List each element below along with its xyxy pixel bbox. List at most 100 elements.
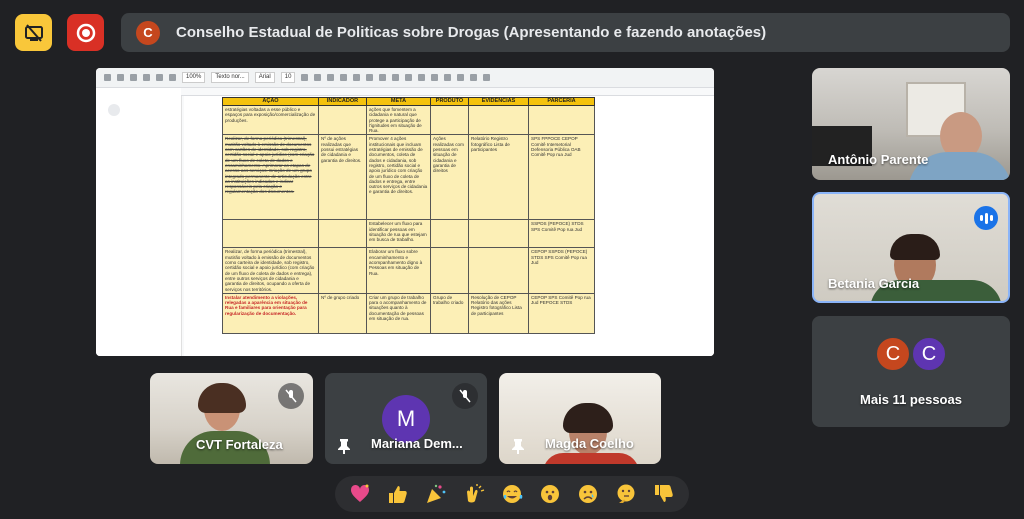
numbered-list-icon[interactable] <box>457 74 465 81</box>
zoom-select[interactable]: 100% <box>182 72 206 83</box>
table-cell <box>318 219 367 249</box>
font-size-input[interactable]: 10 <box>280 72 296 83</box>
style-select[interactable]: Texto nor... <box>211 72 249 83</box>
participant-hair <box>563 403 613 433</box>
action-plan-table: AÇÃO INDICADOR META PRODUTO EVIDÊNCIAS P… <box>222 97 595 334</box>
line-spacing-icon[interactable] <box>418 74 426 81</box>
table-cell <box>430 104 469 136</box>
sparkling-heart-icon[interactable] <box>347 481 373 507</box>
meeting-title-bar[interactable]: C Conselho Estadual de Politicas sobre D… <box>121 13 1010 52</box>
docs-toolbar: 100% Texto nor... Arial 10 <box>96 68 714 88</box>
presenting-indicator-button[interactable] <box>15 14 52 51</box>
comment-icon[interactable] <box>379 74 387 81</box>
table-cell: ações que fomentem a cidadania e natural… <box>366 104 431 136</box>
clear-format-icon[interactable] <box>483 74 491 81</box>
present-off-icon <box>24 23 43 42</box>
thumbs-up-icon[interactable] <box>385 481 411 507</box>
presentation-title: Conselho Estadual de Politicas sobre Dro… <box>176 24 767 41</box>
table-cell: Promover 4 ações institucionais que incl… <box>366 134 431 221</box>
participant-hair <box>198 383 246 413</box>
header-indicador: INDICADOR <box>318 97 367 106</box>
print-icon[interactable] <box>143 74 150 81</box>
participant-shirt <box>543 453 639 464</box>
checklist-icon[interactable] <box>431 74 439 81</box>
recording-indicator-button[interactable] <box>67 14 104 51</box>
table-cell: Nº de ações realizadas que possui estrat… <box>318 134 367 221</box>
spellcheck-icon[interactable] <box>156 74 163 81</box>
table-cell: Instalar atendimento a violações, relega… <box>222 292 319 334</box>
presenter-avatar: C <box>136 20 160 45</box>
document-page[interactable]: AÇÃO INDICADOR META PRODUTO EVIDÊNCIAS P… <box>184 96 714 356</box>
participant-tile-cvt-fortaleza[interactable]: CVT Fortaleza <box>150 373 313 464</box>
table-cell: estratégias voltadas a esse público e es… <box>222 104 319 136</box>
ruler <box>181 88 714 96</box>
table-cell <box>528 104 595 136</box>
outline-icon[interactable] <box>108 104 120 116</box>
participant-avatar: C <box>875 336 911 372</box>
table-row: Estabelecer um fluxo para identificar pe… <box>222 219 595 249</box>
pin-icon[interactable] <box>511 438 525 454</box>
redo-icon[interactable] <box>130 74 137 81</box>
table-cell <box>468 247 529 294</box>
table-cell: CEPOP SPS Comitê Pop rua Jud PEPOCE STDS <box>528 292 595 334</box>
thumbs-down-icon[interactable] <box>651 481 677 507</box>
header-parceria: PARCERIA <box>528 97 595 106</box>
mic-off-icon <box>452 383 478 409</box>
header-produto: PRODUTO <box>430 97 469 106</box>
participant-hair <box>890 234 940 260</box>
table-cell <box>468 104 529 136</box>
table-cell <box>468 219 529 249</box>
indent-icon[interactable] <box>470 74 478 81</box>
header-acao: AÇÃO <box>222 97 319 106</box>
bullet-list-icon[interactable] <box>444 74 452 81</box>
clapping-hands-icon[interactable] <box>461 481 487 507</box>
record-icon <box>76 23 95 42</box>
header-evidencias: EVIDÊNCIAS <box>468 97 529 106</box>
participant-name: CVT Fortaleza <box>196 437 283 452</box>
document-area: AÇÃO INDICADOR META PRODUTO EVIDÊNCIAS P… <box>96 96 714 356</box>
participant-tile-magda[interactable]: Magda Coelho <box>499 373 661 464</box>
thinking-face-icon[interactable] <box>613 481 639 507</box>
table-cell <box>318 104 367 136</box>
more-participants-label: Mais 11 pessoas <box>860 392 962 407</box>
participant-name: Betania Garcia <box>828 276 920 291</box>
header-meta: META <box>366 97 431 106</box>
participant-tile-mariana[interactable]: M Mariana Dem... <box>325 373 487 464</box>
link-icon[interactable] <box>366 74 374 81</box>
align-icon[interactable] <box>405 74 413 81</box>
pin-icon[interactable] <box>337 438 351 454</box>
table-cell <box>318 247 367 294</box>
table-cell: Estabelecer um fluxo para identificar pe… <box>366 219 431 249</box>
bold-icon[interactable] <box>301 74 309 81</box>
table-cell: Realizar, de forma periódica (trimestral… <box>222 247 319 294</box>
table-cell <box>222 219 319 249</box>
search-menus-icon[interactable] <box>104 74 111 81</box>
reactions-bar <box>335 476 689 512</box>
participant-tile-antonio[interactable]: Antônio Parente <box>812 68 1010 180</box>
tears-of-joy-icon[interactable] <box>499 481 525 507</box>
table-cell: SPS FPPOCE CEPOP Comitê Intersetorial De… <box>528 134 595 221</box>
surprised-face-icon[interactable] <box>537 481 563 507</box>
image-icon[interactable] <box>392 74 400 81</box>
table-cell: Ações realizadas com pessoas em situação… <box>430 134 469 221</box>
crying-face-icon[interactable] <box>575 481 601 507</box>
text-color-icon[interactable] <box>340 74 348 81</box>
undo-icon[interactable] <box>117 74 124 81</box>
paint-format-icon[interactable] <box>169 74 176 81</box>
underline-icon[interactable] <box>327 74 335 81</box>
party-popper-icon[interactable] <box>423 481 449 507</box>
table-cell <box>430 219 469 249</box>
highlight-icon[interactable] <box>353 74 361 81</box>
participant-tile-betania[interactable]: Betania Garcia <box>812 192 1010 303</box>
table-cell: Criar um grupo de trabalho para o acompa… <box>366 292 431 334</box>
table-row: Realizar, de forma periódica (trimestral… <box>222 247 595 294</box>
table-cell: Realizar, de forma periódica (trimestral… <box>222 134 319 221</box>
table-cell: Elaborar um fluxo sobre encaminhamento e… <box>366 247 431 294</box>
more-participants-tile[interactable]: C C Mais 11 pessoas <box>812 316 1010 427</box>
speaking-indicator-icon <box>974 206 998 230</box>
font-select[interactable]: Arial <box>254 72 275 83</box>
table-row: Realizar, de forma periódica (trimestral… <box>222 134 595 221</box>
table-cell: Nº de grupo criado <box>318 292 367 334</box>
italic-icon[interactable] <box>314 74 322 81</box>
participant-name: Mariana Dem... <box>371 436 463 451</box>
